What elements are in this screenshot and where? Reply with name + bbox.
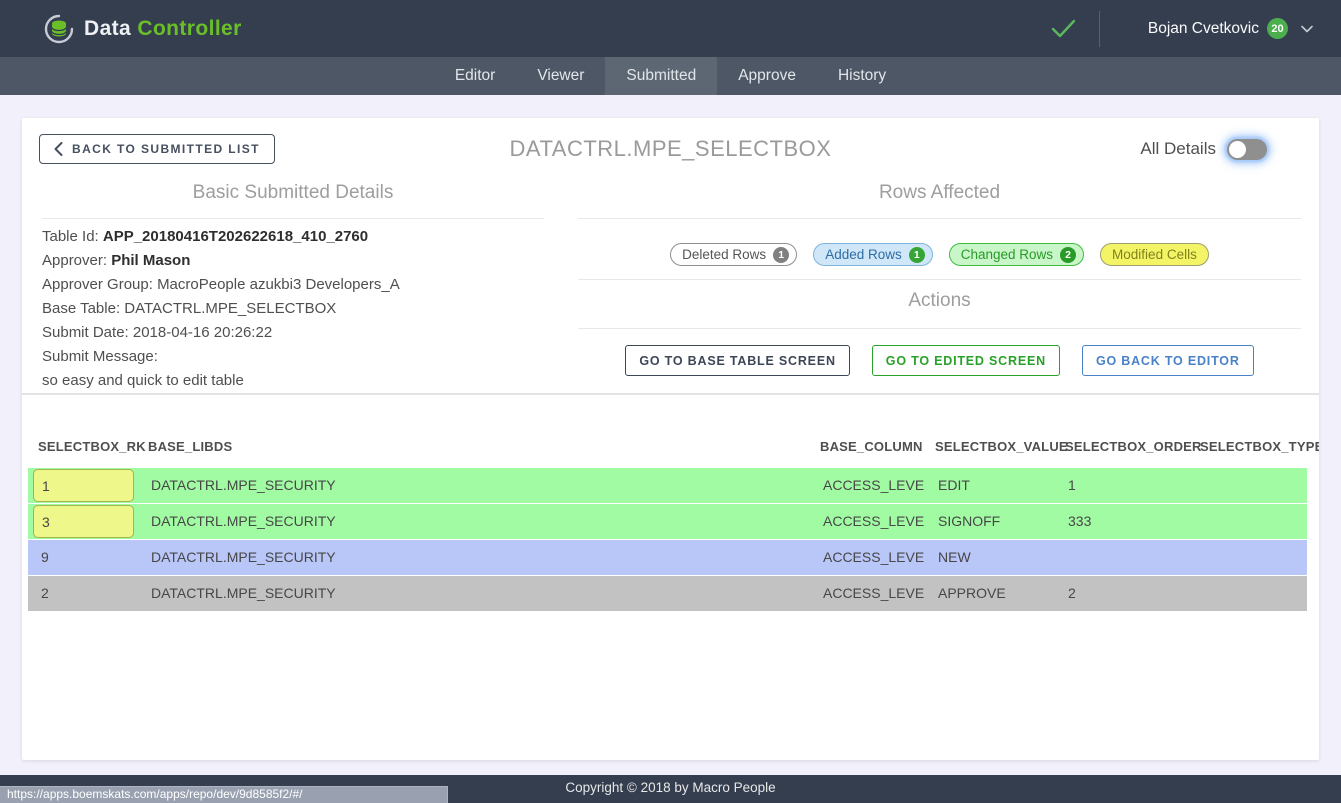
- basic-details-section: Basic Submitted Details Table Id: APP_20…: [22, 170, 564, 393]
- cell[interactable]: DATACTRL.MPE_SECURITY: [138, 576, 810, 611]
- go-back-to-editor-button[interactable]: GO BACK TO EDITOR: [1082, 345, 1254, 376]
- header-divider: [1099, 11, 1100, 47]
- section-divider: [42, 218, 544, 219]
- detail-table-id: Table Id: APP_20180416T202622618_410_276…: [42, 225, 544, 249]
- cell[interactable]: [1190, 504, 1307, 539]
- cell[interactable]: [1055, 540, 1190, 575]
- cell[interactable]: ACCESS_LEVEL: [810, 504, 925, 539]
- deleted-rows-pill: Deleted Rows1: [670, 243, 797, 266]
- copyright-text: Copyright © 2018 by Macro People: [565, 780, 775, 795]
- back-button-label: BACK TO SUBMITTED LIST: [72, 142, 260, 156]
- cell[interactable]: 9: [28, 540, 138, 575]
- app-logo[interactable]: Data Controller: [44, 14, 242, 44]
- modified-cell[interactable]: 1: [33, 469, 134, 502]
- modified-cells-pill: Modified Cells: [1100, 243, 1209, 266]
- cell[interactable]: 1: [1055, 468, 1190, 503]
- browser-link-preview: https://apps.boemskats.com/apps/repo/dev…: [0, 786, 448, 803]
- col-selectbox-order: SELECTBOX_ORDER: [1055, 431, 1190, 467]
- card-divider: [22, 394, 1319, 395]
- cell[interactable]: 333: [1055, 504, 1190, 539]
- table-row: 1 DATACTRL.MPE_SECURITY ACCESS_LEVEL EDI…: [28, 468, 1307, 503]
- cell[interactable]: SIGNOFF: [925, 504, 1055, 539]
- changed-rows-count-badge: 2: [1060, 247, 1076, 263]
- changed-rows-pill: Changed Rows2: [949, 243, 1084, 266]
- top-bar: Data Controller Bojan Cvetkovic 20: [0, 0, 1341, 57]
- detail-approver-group: Approver Group: MacroPeople azukbi3 Deve…: [42, 273, 544, 297]
- detail-submit-message-label: Submit Message:: [42, 345, 544, 369]
- cell[interactable]: DATACTRL.MPE_SECURITY: [138, 504, 810, 539]
- col-selectbox-rk: SELECTBOX_RK: [28, 431, 138, 467]
- cell[interactable]: ACCESS_LEVEL: [810, 468, 925, 503]
- toggle-knob: [1229, 141, 1246, 158]
- basic-details-heading: Basic Submitted Details: [42, 180, 544, 206]
- section-divider: [578, 218, 1301, 219]
- chevron-left-icon: [54, 142, 63, 156]
- cell[interactable]: 2: [28, 576, 138, 611]
- cell[interactable]: DATACTRL.MPE_SECURITY: [138, 540, 810, 575]
- tab-history[interactable]: History: [817, 57, 907, 95]
- cell[interactable]: ACCESS_LEVEL: [810, 540, 925, 575]
- rows-affected-section: Rows Affected Deleted Rows1 Added Rows1 …: [564, 170, 1319, 393]
- tab-submitted[interactable]: Submitted: [605, 57, 717, 95]
- submitted-detail-card: BACK TO SUBMITTED LIST DATACTRL.MPE_SELE…: [22, 118, 1319, 760]
- cell[interactable]: APPROVE: [925, 576, 1055, 611]
- col-base-libds: BASE_LIBDS: [138, 431, 810, 467]
- detail-base-table: Base Table: DATACTRL.MPE_SELECTBOX: [42, 297, 544, 321]
- tab-editor[interactable]: Editor: [434, 57, 517, 95]
- table-row: 2 DATACTRL.MPE_SECURITY ACCESS_LEVEL APP…: [28, 576, 1307, 611]
- main-nav: Editor Viewer Submitted Approve History: [0, 57, 1341, 95]
- all-details-label: All Details: [1140, 139, 1216, 159]
- all-details-toggle[interactable]: [1227, 139, 1267, 160]
- back-to-submitted-list-button[interactable]: BACK TO SUBMITTED LIST: [39, 134, 275, 164]
- added-rows-count-badge: 1: [909, 247, 925, 263]
- table-header-row: SELECTBOX_RK BASE_LIBDS BASE_COLUMN SELE…: [28, 431, 1307, 467]
- rows-affected-heading: Rows Affected: [578, 180, 1301, 206]
- deleted-rows-count-badge: 1: [773, 247, 789, 263]
- user-name[interactable]: Bojan Cvetkovic: [1148, 20, 1259, 38]
- detail-submit-date: Submit Date: 2018-04-16 20:26:22: [42, 321, 544, 345]
- added-rows-pill: Added Rows1: [813, 243, 933, 266]
- table-row: 9 DATACTRL.MPE_SECURITY ACCESS_LEVEL NEW: [28, 540, 1307, 575]
- chevron-down-icon[interactable]: [1301, 25, 1313, 33]
- cell[interactable]: [1190, 468, 1307, 503]
- app-title: Data Controller: [84, 17, 242, 41]
- checkmark-icon: [1050, 18, 1077, 39]
- go-to-base-table-screen-button[interactable]: GO TO BASE TABLE SCREEN: [625, 345, 849, 376]
- cell[interactable]: 2: [1055, 576, 1190, 611]
- tab-approve[interactable]: Approve: [717, 57, 817, 95]
- changes-table: SELECTBOX_RK BASE_LIBDS BASE_COLUMN SELE…: [28, 431, 1307, 611]
- user-count-badge: 20: [1267, 18, 1288, 39]
- cell[interactable]: NEW: [925, 540, 1055, 575]
- go-to-edited-screen-button[interactable]: GO TO EDITED SCREEN: [872, 345, 1060, 376]
- cell[interactable]: ACCESS_LEVEL: [810, 576, 925, 611]
- cell[interactable]: [1190, 576, 1307, 611]
- database-sync-icon: [44, 14, 74, 44]
- card-toolbar: BACK TO SUBMITTED LIST DATACTRL.MPE_SELE…: [22, 134, 1319, 164]
- col-base-column: BASE_COLUMN: [810, 431, 925, 467]
- table-row: 3 DATACTRL.MPE_SECURITY ACCESS_LEVEL SIG…: [28, 504, 1307, 539]
- detail-submit-message-text: so easy and quick to edit table: [42, 369, 544, 393]
- col-selectbox-value: SELECTBOX_VALUE: [925, 431, 1055, 467]
- section-divider: [578, 279, 1301, 280]
- cell[interactable]: EDIT: [925, 468, 1055, 503]
- detail-approver: Approver: Phil Mason: [42, 249, 544, 273]
- modified-cell[interactable]: 3: [33, 505, 134, 538]
- col-selectbox-type: SELECTBOX_TYPE: [1190, 431, 1319, 467]
- cell[interactable]: [1190, 540, 1307, 575]
- cell[interactable]: DATACTRL.MPE_SECURITY: [138, 468, 810, 503]
- tab-viewer[interactable]: Viewer: [516, 57, 605, 95]
- section-divider: [578, 328, 1301, 329]
- actions-heading: Actions: [578, 288, 1301, 314]
